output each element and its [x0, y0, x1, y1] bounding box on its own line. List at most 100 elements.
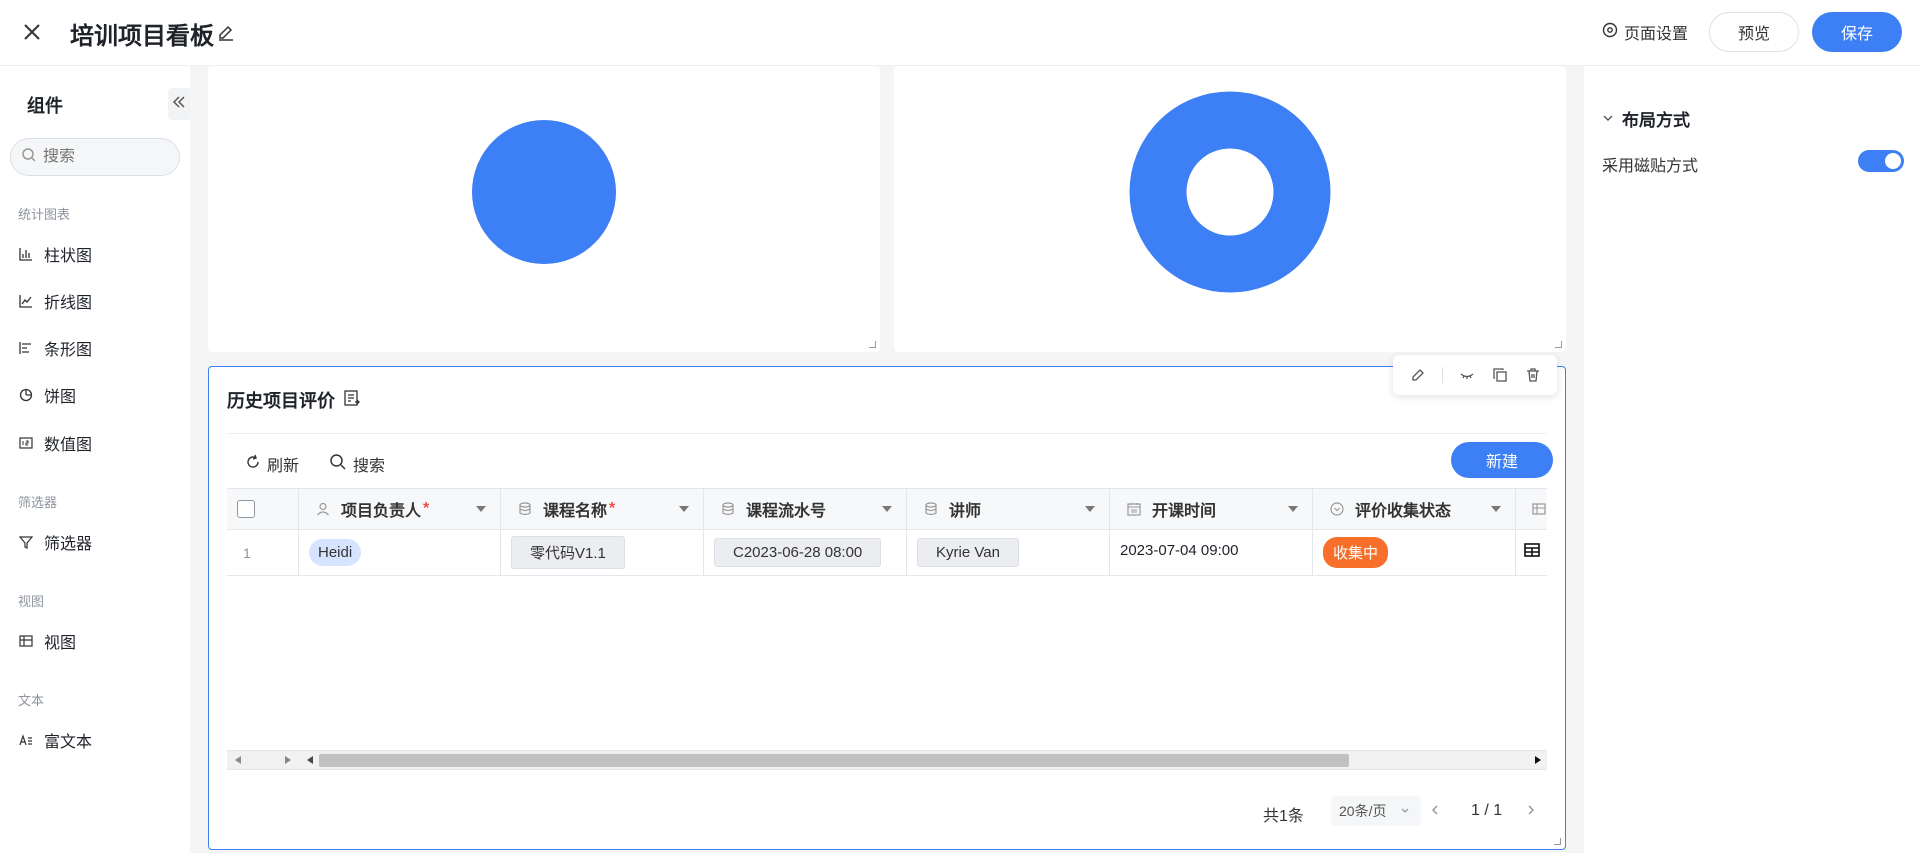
sidebar-item-view[interactable]: 视图 [18, 629, 76, 653]
donut-chart [1129, 91, 1331, 293]
lecturer-tag: Kyrie Van [917, 538, 1019, 567]
sidebar-item-number-chart[interactable]: 数值图 [18, 431, 92, 455]
sidebar-item-label: 视图 [44, 635, 77, 652]
collapse-sidebar-button[interactable] [168, 88, 190, 120]
page-settings-label: 页面设置 [1624, 26, 1689, 43]
pie-chart-icon [18, 387, 34, 403]
serial-cell[interactable]: C2023-06-28 08:00 [704, 530, 907, 575]
pagination: 共1条 20条/页 1 / 1 [227, 794, 1547, 830]
chevron-down-icon [1602, 109, 1614, 129]
course-tag: 零代码V1.1 [511, 536, 625, 569]
caret-down-icon[interactable] [882, 506, 892, 512]
sidebar-item-label: 筛选器 [44, 536, 93, 553]
page-size-value: 20条/页 [1339, 803, 1387, 819]
grid-icon [1523, 543, 1540, 562]
save-button[interactable]: 保存 [1812, 12, 1902, 52]
page-settings-button[interactable]: 页面设置 [1602, 20, 1688, 44]
sidebar-item-bar-chart[interactable]: 柱状图 [18, 242, 92, 266]
chevron-down-icon [1400, 803, 1410, 819]
search-input[interactable] [43, 148, 163, 166]
scroll-left-icon[interactable] [235, 756, 241, 764]
component-sidebar: 组件 统计图表 柱状图 折线图 条形图 饼图 数值图 筛选器 筛选器 视图 [0, 66, 190, 853]
next-page-icon[interactable] [1523, 802, 1539, 818]
horizontal-scrollbar[interactable] [227, 750, 1547, 770]
column-title: 讲师 [949, 503, 982, 520]
refresh-button[interactable]: 刷新 [245, 452, 299, 476]
sidebar-item-rich-text[interactable]: 富文本 [18, 728, 92, 752]
row-detail-cell[interactable] [1516, 530, 1547, 575]
column-header-serial[interactable]: 课程流水号 [704, 489, 907, 529]
resize-handle[interactable] [1555, 341, 1562, 348]
scroll-left-icon[interactable] [307, 756, 313, 764]
caret-down-icon[interactable] [679, 506, 689, 512]
hide-icon[interactable] [1458, 366, 1476, 384]
data-table: 刷新 搜索 新建 项目负责人 * 课程名称 * 课程流水号 讲师 开课时间 评价… [227, 433, 1553, 843]
sidebar-item-label: 柱状图 [44, 248, 93, 265]
pie-chart-card[interactable] [208, 66, 880, 352]
refresh-icon [245, 454, 261, 475]
card-floating-toolbar [1393, 355, 1557, 395]
caret-down-icon[interactable] [1085, 506, 1095, 512]
select-all-checkbox[interactable] [237, 500, 255, 518]
top-header: 培训项目看板 页面设置 预览 保存 [0, 0, 1920, 66]
required-mark: * [609, 500, 616, 517]
donut-chart-card[interactable] [894, 66, 1566, 352]
component-search[interactable] [10, 138, 180, 176]
preview-button[interactable]: 预览 [1709, 12, 1799, 52]
page-title: 培训项目看板 [70, 23, 214, 50]
column-title: 项目负责人 [341, 503, 422, 520]
calendar-icon [1126, 501, 1142, 517]
sidebar-item-label: 富文本 [44, 734, 93, 751]
status-badge: 收集中 [1323, 537, 1389, 568]
scrollbar-thumb[interactable] [319, 754, 1349, 767]
resize-handle[interactable] [869, 341, 876, 348]
layout-section-header[interactable]: 布局方式 [1602, 106, 1690, 131]
tile-mode-toggle[interactable] [1858, 150, 1904, 172]
caret-down-icon[interactable] [476, 506, 486, 512]
scroll-right-icon[interactable] [285, 756, 291, 764]
column-title: 评价收集状态 [1355, 503, 1452, 520]
refresh-label: 刷新 [267, 458, 300, 475]
column-header-start-time[interactable]: 开课时间 [1110, 489, 1313, 529]
column-header-lecturer[interactable]: 讲师 [907, 489, 1110, 529]
status-cell[interactable]: 收集中 [1313, 530, 1516, 575]
table-row[interactable]: 1 Heidi 零代码V1.1 C2023-06-28 08:00 Kyrie … [227, 530, 1547, 576]
page-size-select[interactable]: 20条/页 [1331, 796, 1421, 826]
resize-handle[interactable] [1554, 838, 1561, 845]
sidebar-item-filter[interactable]: 筛选器 [18, 530, 92, 554]
donut-ring [1129, 91, 1331, 293]
edit-title-icon[interactable] [216, 23, 236, 43]
tile-mode-label: 采用磁贴方式 [1602, 158, 1699, 175]
column-header-owner[interactable]: 项目负责人 * [299, 489, 501, 529]
caret-down-icon[interactable] [1288, 506, 1298, 512]
close-icon[interactable] [20, 20, 44, 44]
delete-icon[interactable] [1524, 366, 1542, 384]
new-record-button[interactable]: 新建 [1451, 442, 1553, 478]
edit-icon[interactable] [1409, 366, 1427, 384]
sidebar-item-label: 条形图 [44, 342, 93, 359]
column-header-more[interactable] [1516, 489, 1547, 529]
course-cell[interactable]: 零代码V1.1 [501, 530, 704, 575]
card-title: 历史项目评价 [227, 387, 361, 413]
lecturer-cell[interactable]: Kyrie Van [907, 530, 1110, 575]
table-search-button[interactable]: 搜索 [329, 452, 385, 476]
sidebar-item-line-chart[interactable]: 折线图 [18, 289, 92, 313]
caret-down-icon[interactable] [1491, 506, 1501, 512]
column-header-status[interactable]: 评价收集状态 [1313, 489, 1516, 529]
prev-page-icon[interactable] [1427, 802, 1443, 818]
sidebar-item-label: 饼图 [44, 389, 77, 406]
history-evaluation-card[interactable]: 历史项目评价 刷新 搜索 新建 项目负责人 * 课程名称 * 课程流水号 讲师 … [208, 355, 1566, 850]
start-time-cell[interactable]: 2023-07-04 09:00 [1110, 530, 1313, 575]
sidebar-item-pie-chart[interactable]: 饼图 [18, 383, 76, 407]
column-header-course[interactable]: 课程名称 * [501, 489, 704, 529]
sidebar-item-horizontal-bar-chart[interactable]: 条形图 [18, 336, 92, 360]
table-link-icon[interactable] [343, 389, 361, 412]
column-title: 开课时间 [1152, 503, 1217, 520]
owner-cell[interactable]: Heidi [299, 530, 501, 575]
column-title: 课程名称 [543, 503, 608, 520]
copy-icon[interactable] [1491, 366, 1509, 384]
row-index-cell: 1 [227, 530, 299, 575]
database-icon [720, 501, 736, 517]
sidebar-item-label: 数值图 [44, 437, 93, 454]
scroll-right-icon[interactable] [1535, 756, 1541, 764]
